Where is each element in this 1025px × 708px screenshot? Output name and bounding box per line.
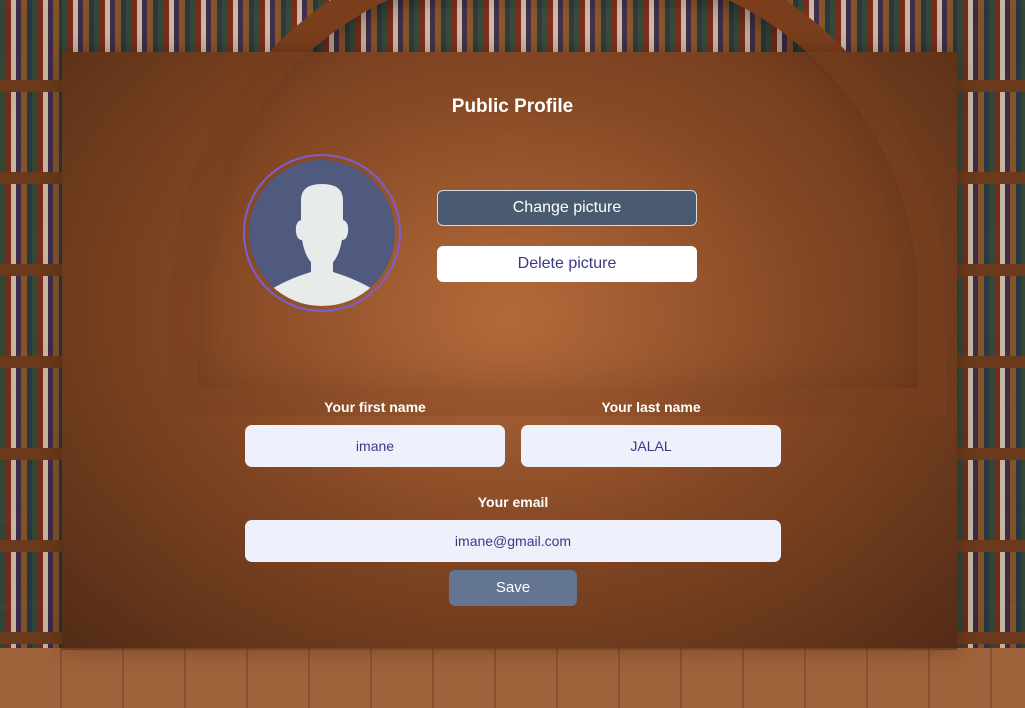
last-name-field[interactable] bbox=[521, 425, 781, 467]
last-name-label: Your last name bbox=[601, 399, 701, 415]
profile-avatar bbox=[243, 154, 401, 312]
delete-picture-button[interactable]: Delete picture bbox=[437, 246, 697, 282]
user-silhouette-icon bbox=[267, 184, 377, 306]
email-label: Your email bbox=[477, 494, 549, 510]
first-name-field[interactable] bbox=[245, 425, 505, 467]
first-name-label: Your first name bbox=[324, 399, 426, 415]
library-floor bbox=[0, 648, 1025, 708]
page-title: Public Profile bbox=[451, 96, 574, 117]
save-button[interactable]: Save bbox=[449, 570, 577, 606]
change-picture-button[interactable]: Change picture bbox=[437, 190, 697, 226]
email-field[interactable] bbox=[245, 520, 781, 562]
